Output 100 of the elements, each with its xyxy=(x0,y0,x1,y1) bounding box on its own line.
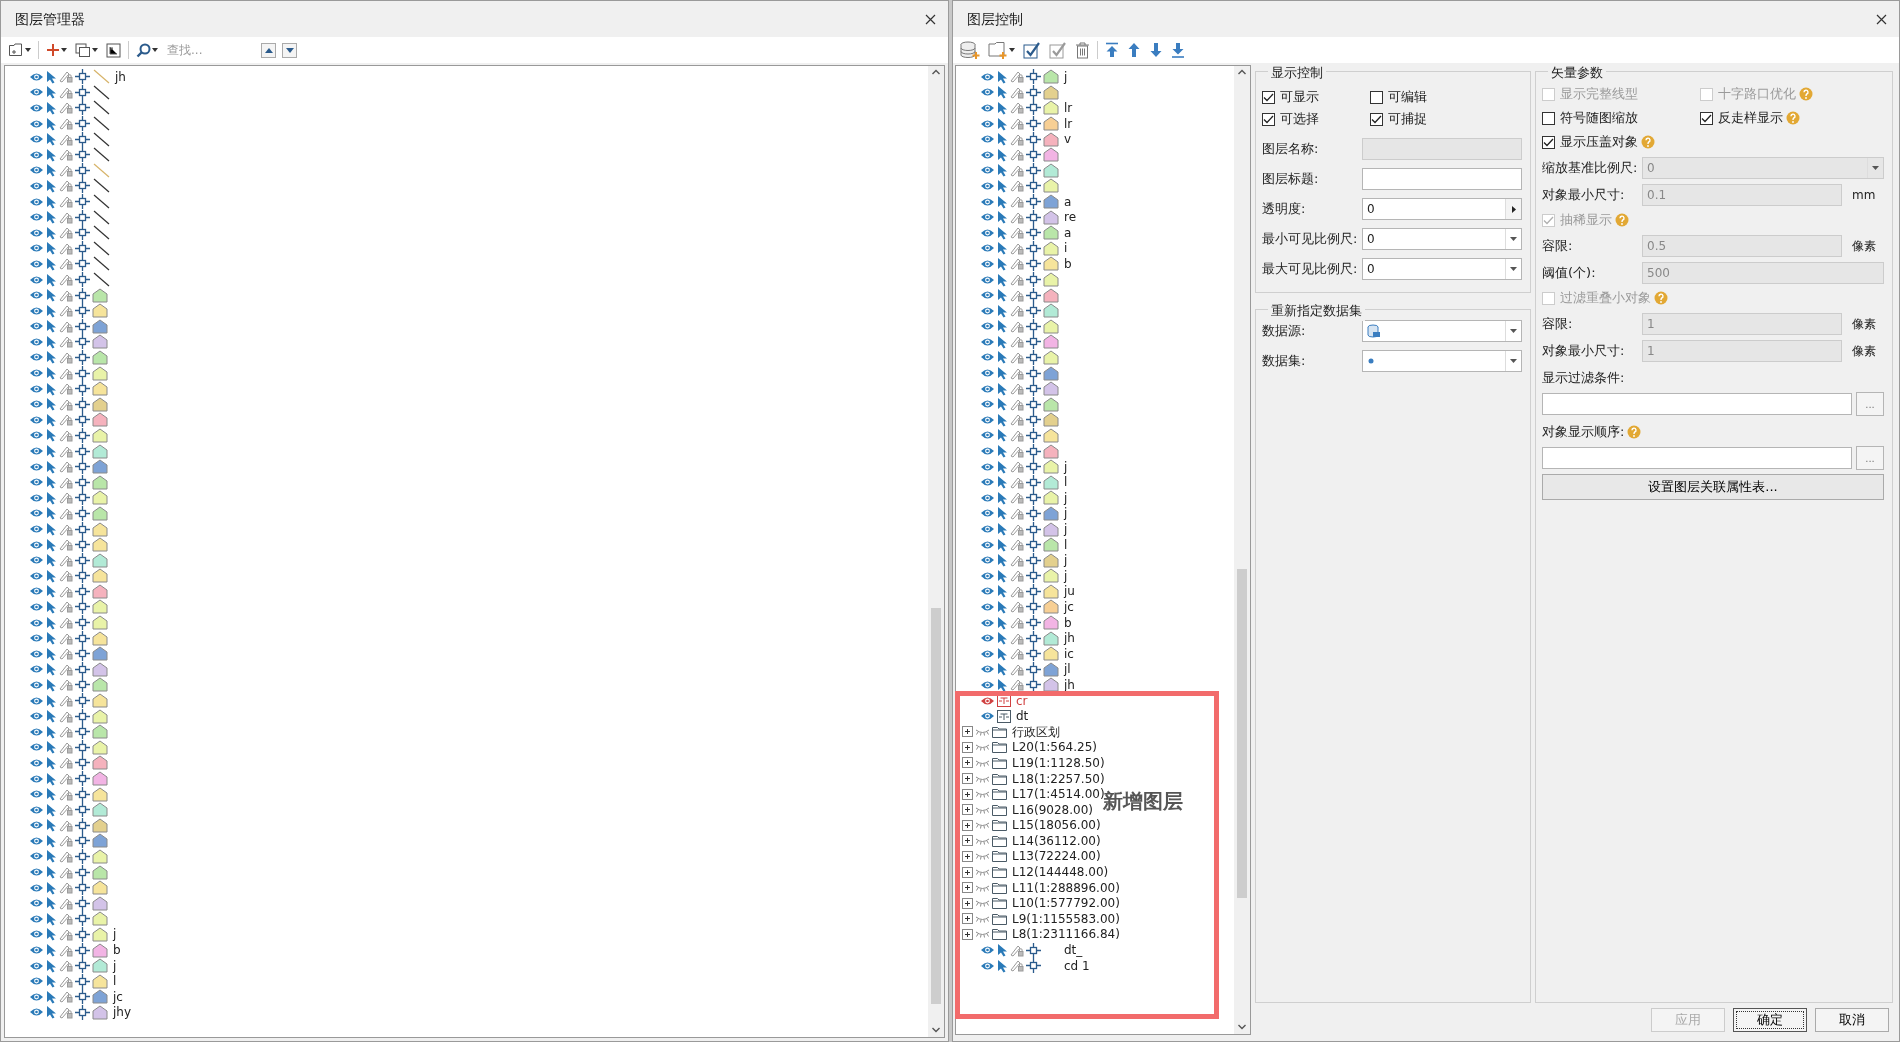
cursor-icon[interactable] xyxy=(997,475,1008,490)
crosshair-icon[interactable] xyxy=(75,521,90,537)
crosshair-icon[interactable] xyxy=(1026,677,1041,693)
crosshair-icon[interactable] xyxy=(1026,162,1041,178)
crosshair-icon[interactable] xyxy=(75,973,90,989)
crosshair-icon[interactable] xyxy=(75,926,90,942)
expand-icon[interactable] xyxy=(962,835,973,847)
crosshair-icon[interactable] xyxy=(75,802,90,818)
eye-icon[interactable] xyxy=(980,555,995,566)
eye-icon[interactable] xyxy=(29,134,44,145)
cursor-icon[interactable] xyxy=(997,272,1008,287)
dropdown[interactable]: 0 xyxy=(1362,258,1522,280)
eye-icon[interactable] xyxy=(980,711,995,722)
crosshair-icon[interactable] xyxy=(1026,131,1041,147)
crosshair-icon[interactable] xyxy=(1026,350,1041,365)
eye-icon[interactable] xyxy=(29,446,44,457)
cursor-icon[interactable] xyxy=(46,381,57,396)
cursor-icon[interactable] xyxy=(46,444,57,459)
scrollbar-thumb[interactable] xyxy=(931,608,941,1005)
layer-name[interactable]: j xyxy=(1064,70,1068,83)
close-icon[interactable] xyxy=(925,13,936,25)
layer-name[interactable]: j xyxy=(1064,460,1068,473)
layer-name[interactable]: lr xyxy=(1064,102,1073,114)
eye-icon[interactable] xyxy=(980,539,995,550)
crosshair-icon[interactable] xyxy=(75,116,90,132)
crosshair-icon[interactable] xyxy=(75,459,90,475)
eye-icon[interactable] xyxy=(29,290,44,301)
crosshair-icon[interactable] xyxy=(75,958,90,974)
eye-icon[interactable] xyxy=(29,227,44,238)
layer-name[interactable]: ic xyxy=(1064,647,1074,660)
eye-icon[interactable] xyxy=(980,352,995,363)
layer-name[interactable]: cr xyxy=(1016,694,1028,707)
crosshair-icon[interactable] xyxy=(75,318,90,334)
eye-icon[interactable] xyxy=(980,243,995,254)
layer-name[interactable]: jc xyxy=(113,990,123,1003)
eye-icon[interactable] xyxy=(29,835,44,846)
eye-icon[interactable] xyxy=(980,118,995,129)
eye-icon[interactable] xyxy=(980,180,995,191)
cursor-icon[interactable] xyxy=(46,584,57,599)
eye-icon[interactable] xyxy=(980,524,995,534)
cursor-icon[interactable] xyxy=(997,319,1008,334)
caret-icon[interactable] xyxy=(1009,48,1015,52)
crosshair-icon[interactable] xyxy=(1026,209,1041,225)
layer-name[interactable]: re xyxy=(1064,211,1077,224)
eye-icon[interactable] xyxy=(980,446,995,457)
eye-icon[interactable] xyxy=(29,804,44,815)
expand-icon[interactable] xyxy=(962,928,973,940)
crosshair-icon[interactable] xyxy=(75,568,90,584)
crosshair-icon[interactable] xyxy=(1026,537,1041,553)
eye-icon[interactable] xyxy=(29,414,44,425)
cursor-icon[interactable] xyxy=(46,397,57,412)
cursor-icon[interactable] xyxy=(997,101,1008,115)
cursor-icon[interactable] xyxy=(997,241,1008,256)
cursor-icon[interactable] xyxy=(997,256,1008,271)
layer-name[interactable]: 行政区划 xyxy=(1012,725,1060,738)
cursor-icon[interactable] xyxy=(997,366,1008,381)
cursor-icon[interactable] xyxy=(997,163,1008,178)
expand-icon[interactable] xyxy=(962,866,973,878)
crosshair-icon[interactable] xyxy=(1026,396,1041,412)
crosshair-icon[interactable] xyxy=(75,942,90,958)
eye-icon[interactable] xyxy=(29,679,44,690)
crosshair-icon[interactable] xyxy=(75,537,90,553)
eye-icon[interactable] xyxy=(980,664,995,675)
cursor-icon[interactable] xyxy=(997,537,1008,552)
cursor-icon[interactable] xyxy=(997,444,1008,459)
eye-icon[interactable] xyxy=(980,196,995,207)
eye-icon[interactable] xyxy=(29,149,44,160)
cursor-icon[interactable] xyxy=(46,85,57,100)
crosshair-icon[interactable] xyxy=(75,661,90,677)
dropdown-icon[interactable] xyxy=(1510,359,1517,363)
eye-icon[interactable] xyxy=(29,461,44,472)
cursor-icon[interactable] xyxy=(46,241,57,256)
eye-icon[interactable] xyxy=(29,383,44,394)
crosshair-icon[interactable] xyxy=(75,880,90,896)
crosshair-icon[interactable] xyxy=(1026,147,1041,163)
vertical-scrollbar[interactable] xyxy=(1234,66,1250,1034)
caret-icon[interactable] xyxy=(92,48,98,52)
crosshair-icon[interactable] xyxy=(1026,459,1041,475)
cursor-icon[interactable] xyxy=(46,724,57,739)
crosshair-icon[interactable] xyxy=(1026,225,1041,241)
eye-icon[interactable] xyxy=(980,633,995,644)
eye-icon[interactable] xyxy=(980,492,995,503)
crosshair-icon[interactable] xyxy=(1026,365,1041,381)
crosshair-icon[interactable] xyxy=(75,786,90,802)
caret-icon[interactable] xyxy=(61,48,67,52)
cursor-icon[interactable] xyxy=(46,225,57,240)
layer-name[interactable]: jl xyxy=(1064,663,1071,676)
eye-icon[interactable] xyxy=(980,586,995,597)
cursor-icon[interactable] xyxy=(46,771,57,786)
eye-icon[interactable] xyxy=(980,414,995,425)
layer-name[interactable]: jhy xyxy=(113,1006,132,1019)
layer-name[interactable]: b xyxy=(1064,257,1072,270)
crosshair-icon[interactable] xyxy=(1026,505,1041,521)
crosshair-icon[interactable] xyxy=(75,989,90,1005)
cursor-icon[interactable] xyxy=(46,677,57,692)
cursor-icon[interactable] xyxy=(46,319,57,334)
crosshair-icon[interactable] xyxy=(75,303,90,319)
eye-icon[interactable] xyxy=(29,399,44,410)
eye-icon[interactable] xyxy=(29,960,44,971)
expand-icon[interactable] xyxy=(962,788,973,800)
